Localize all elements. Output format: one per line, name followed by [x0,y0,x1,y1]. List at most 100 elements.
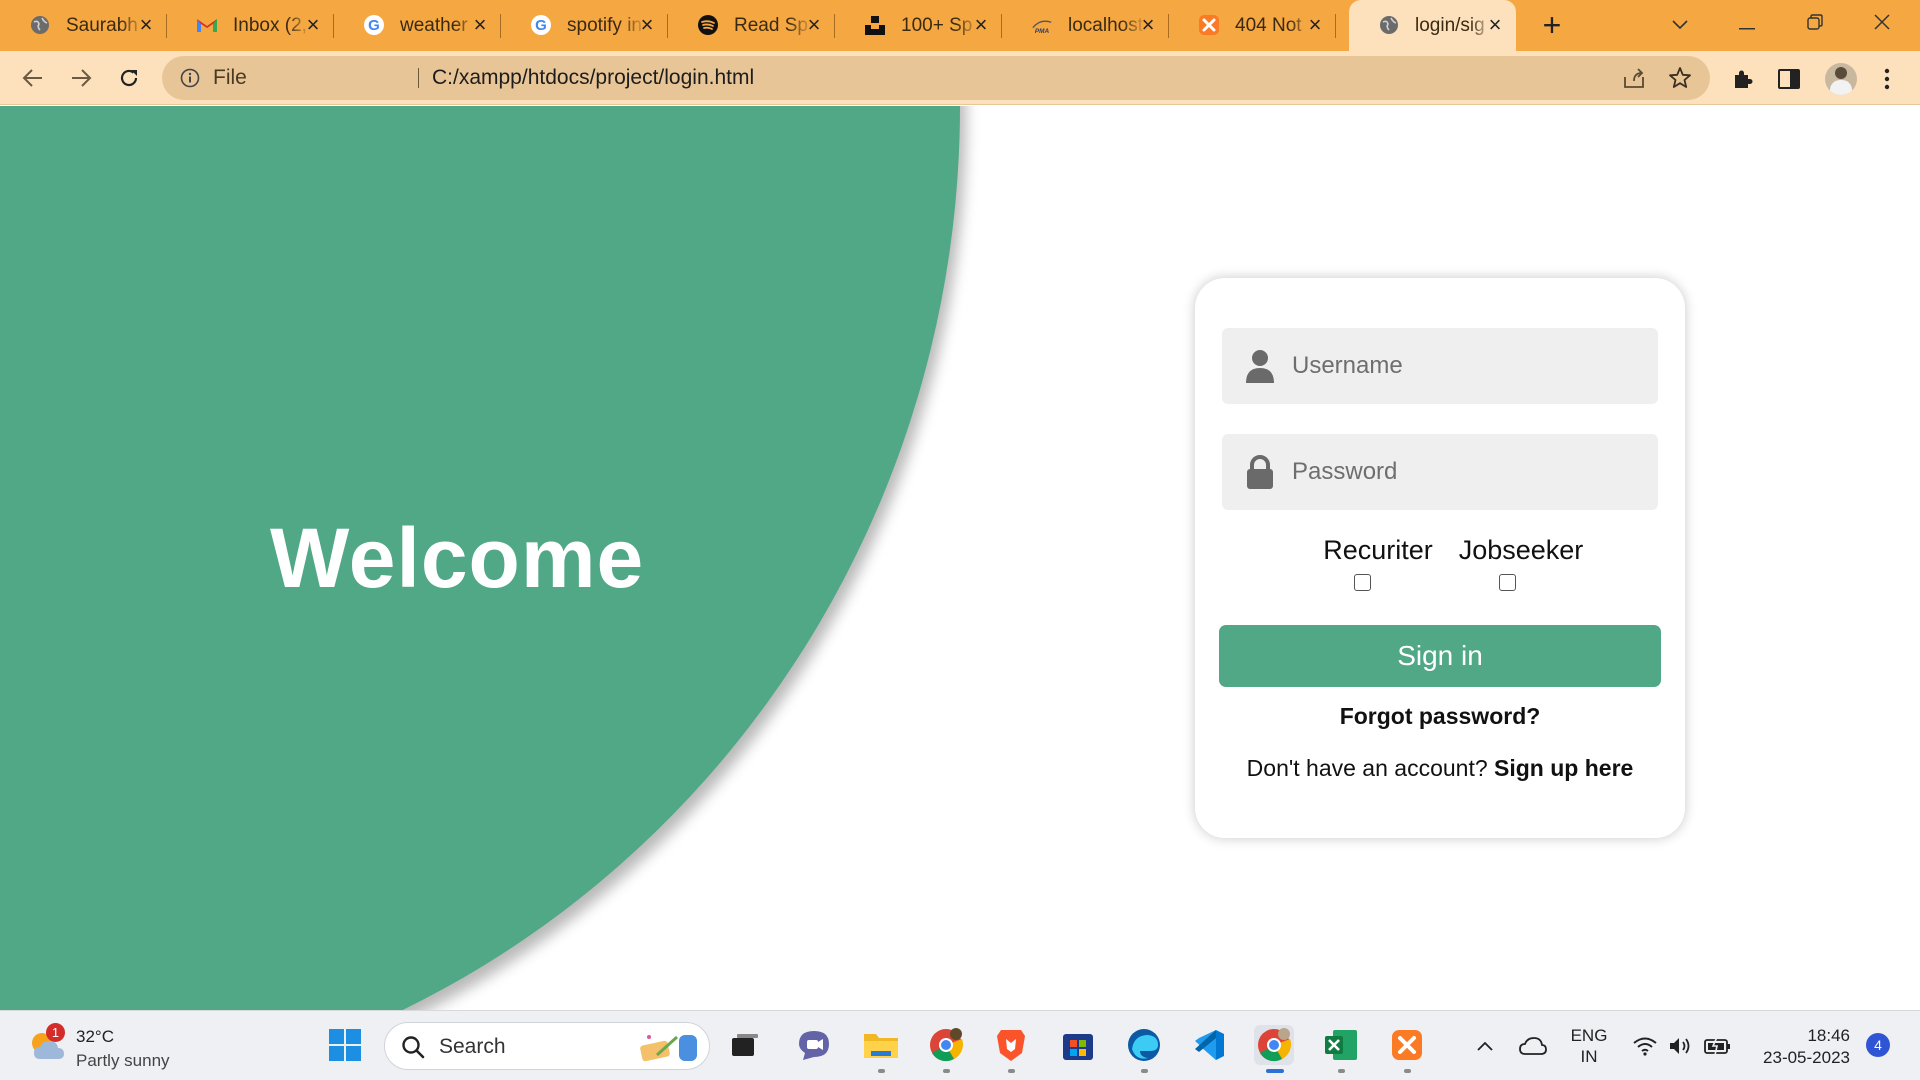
close-icon[interactable]: × [1484,14,1506,36]
language-line1: ENG [1570,1026,1608,1045]
xampp-taskbar-icon[interactable] [1387,1025,1427,1073]
close-icon[interactable]: × [970,14,992,36]
brave-browser-icon[interactable] [991,1025,1031,1073]
gmail-icon [196,14,218,36]
password-field[interactable] [1222,434,1658,510]
browser-tab[interactable]: 100+ Sp × [835,0,1002,51]
search-icon [401,1035,425,1064]
svg-text:G: G [368,17,380,34]
chrome-active-icon[interactable] [1254,1025,1294,1073]
close-icon[interactable]: × [636,14,658,36]
browser-tab[interactable]: 404 Not × [1169,0,1336,51]
minimize-icon[interactable] [1727,8,1767,40]
username-field[interactable] [1222,328,1658,404]
windows-start-icon[interactable] [325,1025,365,1065]
browser-tab[interactable]: G spotify in × [501,0,668,51]
close-window-icon[interactable] [1862,8,1902,40]
sign-up-link[interactable]: Sign up here [1494,755,1633,781]
taskbar-search[interactable]: Search [384,1022,710,1070]
svg-text:PMA: PMA [1035,28,1050,35]
browser-tab[interactable]: Inbox (2, × [167,0,334,51]
browser-tab[interactable]: Read Sp × [668,0,835,51]
close-icon[interactable]: × [1304,14,1326,36]
wifi-icon[interactable] [1630,1011,1660,1080]
xampp-icon [1198,14,1220,36]
weather-temp: 32°C [76,1027,114,1046]
kebab-menu-icon[interactable] [1873,65,1901,93]
running-indicator [878,1069,885,1073]
file-explorer-icon[interactable] [861,1025,901,1073]
reload-icon[interactable] [114,63,144,93]
edge-browser-icon[interactable] [1124,1025,1164,1073]
weather-widget[interactable]: 1 32°C Partly sunny [26,1021,186,1071]
tab-title: spotify in [567,15,642,36]
share-icon[interactable] [1622,67,1646,94]
clock-time: 18:46 [1807,1026,1850,1045]
running-indicator [1141,1069,1148,1073]
side-panel-icon[interactable] [1775,65,1803,93]
battery-charging-icon[interactable] [1702,1011,1734,1080]
vscode-icon[interactable] [1189,1025,1229,1065]
back-arrow-icon[interactable] [18,63,48,93]
taskbar-clock[interactable]: 18:46 23-05-2023 [1740,1025,1850,1069]
running-indicator [1008,1069,1015,1073]
forgot-password-link[interactable]: Forgot password? [1195,703,1685,730]
tab-title: Read Sp [734,15,808,36]
unsplash-icon [864,14,886,36]
browser-tab[interactable]: Saurabh × [0,0,167,51]
search-label: Search [439,1035,506,1058]
close-icon[interactable]: × [803,14,825,36]
role-label-jobseeker: Jobseeker [1458,535,1584,565]
browser-tab-active[interactable]: login/sig × [1349,0,1516,51]
tab-title: 100+ Sp [901,15,973,36]
close-icon[interactable]: × [302,14,324,36]
login-card: Recuriter Jobseeker Sign in Forgot passw… [1195,278,1685,838]
phpmyadmin-icon: PMA [1031,14,1053,36]
bookmark-star-icon[interactable] [1668,66,1692,95]
close-icon[interactable]: × [1137,14,1159,36]
browser-tab[interactable]: PMA localhost × [1002,0,1169,51]
extensions-puzzle-icon[interactable] [1729,65,1757,93]
sign-in-button[interactable]: Sign in [1219,625,1661,687]
username-input[interactable] [1292,328,1642,404]
tab-title: Inbox (2, [233,15,307,36]
signup-prompt: Don't have an account? [1246,755,1488,781]
volume-icon[interactable] [1666,1011,1694,1080]
language-line2: IN [1580,1047,1598,1066]
tray-chevron-up-icon[interactable] [1472,1011,1498,1080]
close-icon[interactable]: × [135,14,157,36]
teams-chat-icon[interactable] [794,1025,834,1065]
chrome-profile-icon[interactable] [926,1025,966,1073]
language-indicator[interactable]: ENG IN [1567,1025,1611,1067]
avatar-head [1835,67,1847,79]
running-indicator [1266,1069,1284,1073]
onedrive-cloud-icon[interactable] [1516,1011,1550,1080]
browser-tab[interactable]: G weather × [334,0,501,51]
url-scheme-label: File [213,66,247,89]
info-icon[interactable] [180,68,200,88]
welcome-heading: Welcome [270,511,645,605]
google-icon: G [530,14,552,36]
running-indicator [1404,1069,1411,1073]
jobseeker-checkbox[interactable] [1499,574,1516,591]
address-bar[interactable]: File C:/xampp/htdocs/project/login.html [162,56,1710,100]
tab-title: 404 Not [1235,15,1302,36]
profile-avatar[interactable] [1825,63,1857,95]
notification-badge[interactable]: 4 [1866,1033,1890,1057]
restore-icon[interactable] [1795,8,1835,40]
url-text[interactable]: C:/xampp/htdocs/project/login.html [432,56,754,100]
tab-title: weather [400,15,468,36]
svg-text:G: G [535,17,547,34]
google-icon: G [363,14,385,36]
forward-arrow-icon[interactable] [66,63,96,93]
windows-taskbar: 1 32°C Partly sunny Search ENG IN 18:46 … [0,1010,1920,1080]
excel-icon[interactable] [1321,1025,1361,1073]
tab-separator [1335,14,1336,38]
microsoft-store-icon[interactable] [1058,1025,1098,1065]
password-input[interactable] [1292,434,1642,510]
recruiter-checkbox[interactable] [1354,574,1371,591]
close-icon[interactable]: × [469,14,491,36]
task-view-icon[interactable] [725,1025,765,1065]
new-tab-button[interactable]: + [1536,9,1568,42]
tab-search-chevron-icon[interactable] [1660,8,1700,40]
